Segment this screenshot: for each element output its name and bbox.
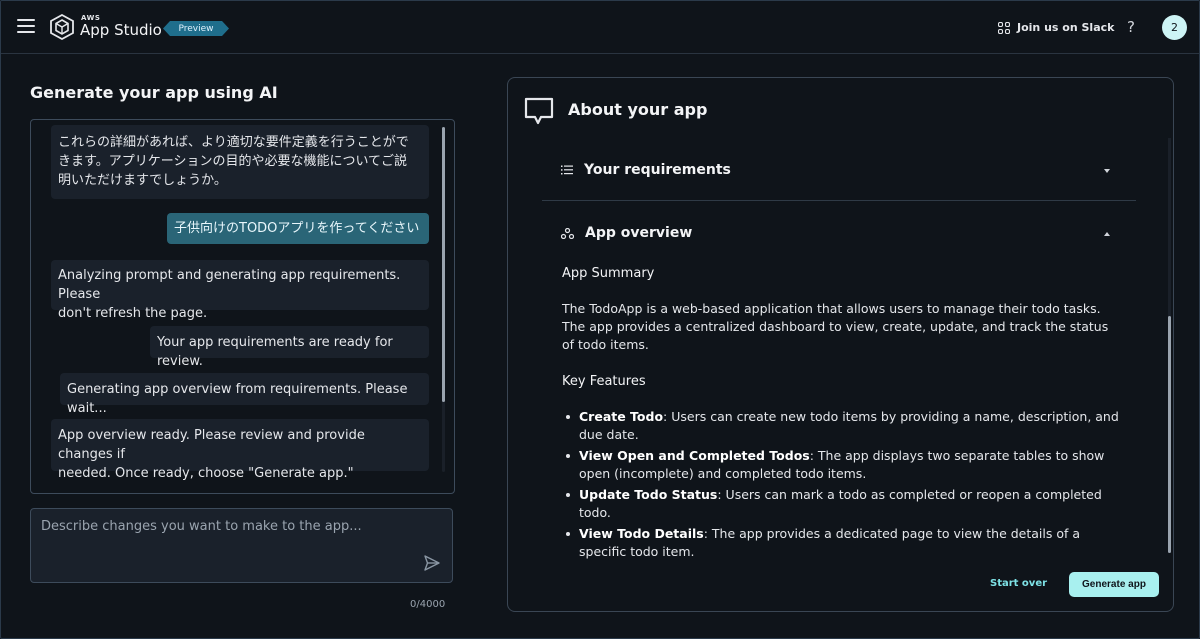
message-line: don't refresh the page. xyxy=(58,306,208,321)
generate-app-button[interactable]: Generate app xyxy=(1069,572,1159,597)
chat-message-ai: これらの詳細があれば、より適切な要件定義を行うことがで きます。アプリケーション… xyxy=(51,125,429,199)
slack-icon xyxy=(998,21,1010,34)
prompt-input-box[interactable] xyxy=(30,508,453,583)
requirements-label: Your requirements xyxy=(584,162,731,178)
slack-link-label: Join us on Slack xyxy=(1017,21,1115,34)
chevron-up-icon[interactable] xyxy=(1104,232,1110,236)
avatar[interactable]: 2 xyxy=(1162,15,1187,40)
list-item: View Open and Completed Todos: The app d… xyxy=(562,447,1122,483)
chat-message-ai: Generating app overview from requirement… xyxy=(60,373,429,416)
about-app-title: About your app xyxy=(568,100,708,119)
chat-message-ai: App overview ready. Please review and pr… xyxy=(51,419,429,481)
preview-badge: Preview xyxy=(163,21,229,36)
chat-message-ai: Analyzing prompt and generating app requ… xyxy=(51,260,429,321)
app-title[interactable]: App Studio xyxy=(80,21,162,39)
app-window: AWS App Studio Preview Join us on Slack … xyxy=(0,0,1200,639)
start-over-button[interactable]: Start over xyxy=(990,578,1047,589)
list-item: Create Todo: Users can create new todo i… xyxy=(562,408,1122,444)
message-line: 子供向けのTODOアプリを作ってください xyxy=(174,221,420,236)
message-line: Analyzing prompt and generating app requ… xyxy=(58,268,401,302)
summary-text: The TodoApp is a web-based application t… xyxy=(562,301,1109,352)
overview-label: App overview xyxy=(585,225,693,241)
chat-message-user: 子供向けのTODOアプリを作ってください xyxy=(167,213,429,244)
requirements-section-toggle[interactable]: Your requirements xyxy=(561,162,731,178)
message-line: 明いただけますでしょうか。 xyxy=(58,173,227,188)
feature-name: View Open and Completed Todos xyxy=(579,448,810,463)
divider xyxy=(542,200,1136,201)
feature-name: View Todo Details xyxy=(579,526,704,541)
chat-scrollbar[interactable] xyxy=(442,127,445,402)
send-icon[interactable] xyxy=(423,554,441,572)
message-line: きます。アプリケーションの目的や必要な機能についてご説 xyxy=(58,154,408,169)
feature-name: Create Todo xyxy=(579,409,664,424)
feature-list: Create Todo: Users can create new todo i… xyxy=(562,408,1122,564)
feature-name: Update Todo Status xyxy=(579,487,718,502)
list-icon xyxy=(561,165,573,175)
character-counter: 0/4000 xyxy=(410,599,446,610)
chevron-down-icon[interactable] xyxy=(1104,169,1110,173)
message-line: needed. Once ready, choose "Generate app… xyxy=(58,466,354,481)
summary-heading: App Summary xyxy=(562,266,655,281)
features-heading: Key Features xyxy=(562,374,646,389)
list-item: View Todo Details: The app provides a de… xyxy=(562,525,1122,561)
message-line: Your app requirements are ready for revi… xyxy=(157,335,393,369)
prompt-input[interactable] xyxy=(39,517,433,571)
about-app-panel: About your app Your requirements App ove… xyxy=(507,77,1174,612)
overview-icon xyxy=(561,227,574,239)
message-line: App overview ready. Please review and pr… xyxy=(58,428,365,462)
chat-bubble-icon xyxy=(524,97,554,125)
app-studio-logo-icon xyxy=(50,14,74,40)
generate-title: Generate your app using AI xyxy=(30,83,278,102)
overview-section-toggle[interactable]: App overview xyxy=(561,225,692,241)
top-navigation-bar: AWS App Studio Preview Join us on Slack … xyxy=(1,1,1199,54)
chat-message-ai: Your app requirements are ready for revi… xyxy=(150,326,429,369)
join-slack-link[interactable]: Join us on Slack xyxy=(998,21,1114,34)
help-icon[interactable]: ? xyxy=(1127,18,1135,36)
message-line: Generating app overview from requirement… xyxy=(67,382,408,416)
details-scrollbar[interactable] xyxy=(1168,316,1171,553)
message-line: これらの詳細があれば、より適切な要件定義を行うことがで xyxy=(58,135,409,150)
list-item: Update Todo Status: Users can mark a tod… xyxy=(562,486,1122,522)
menu-icon[interactable] xyxy=(17,19,35,33)
